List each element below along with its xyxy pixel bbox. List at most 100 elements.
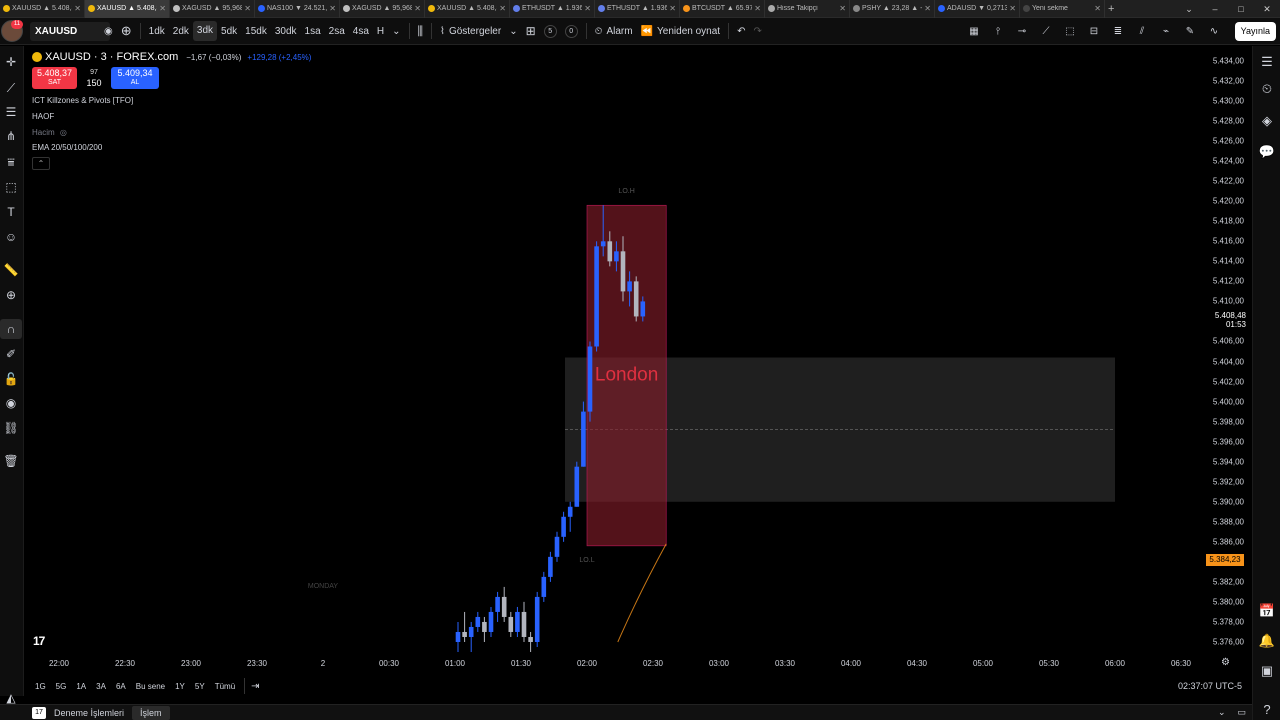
minimize-icon[interactable]: –: [1202, 4, 1228, 14]
interval-0[interactable]: 1dk: [145, 26, 169, 37]
curve-icon[interactable]: ∿: [1202, 18, 1226, 45]
long-position-icon[interactable]: ⊟: [1082, 18, 1106, 45]
maximize-panel-icon[interactable]: ▭: [1237, 707, 1246, 718]
close-tab-icon[interactable]: ✕: [924, 4, 931, 13]
browser-tab[interactable]: XAUUSD ▲ 5.408,37✕: [425, 0, 510, 18]
text-tool-icon[interactable]: T: [0, 202, 22, 222]
help-icon[interactable]: ?: [1253, 698, 1280, 720]
alarm-button[interactable]: ⏲ Alarm: [591, 18, 637, 45]
browser-tab[interactable]: ADAUSD ▼ 0,27136 ✕: [935, 0, 1020, 18]
close-tab-icon[interactable]: ✕: [414, 4, 421, 13]
panel-toggle-icon[interactable]: 17: [32, 706, 46, 719]
range-6[interactable]: 1Y: [170, 682, 190, 691]
trash-icon[interactable]: 🗑: [0, 451, 22, 471]
layout-count-a[interactable]: 5: [540, 18, 561, 45]
layouts-icon[interactable]: ⊞: [522, 18, 540, 45]
horizontal-ray-icon[interactable]: ⊸: [1010, 18, 1034, 45]
lock-icon[interactable]: 🔓: [0, 369, 22, 389]
fib-tool-icon[interactable]: ⩸: [0, 152, 22, 172]
range-8[interactable]: Tümü: [210, 682, 240, 691]
parallel-channel-icon[interactable]: ⫽: [1130, 18, 1154, 45]
close-tab-icon[interactable]: ✕: [74, 4, 81, 13]
interval-4[interactable]: 15dk: [241, 26, 271, 37]
fib-retracement-icon[interactable]: ≣: [1106, 18, 1130, 45]
redo-icon[interactable]: ↷: [749, 18, 765, 45]
browser-tab[interactable]: BTCUSDT ▲ 65.978 ✕: [680, 0, 765, 18]
ruler-icon[interactable]: 📏: [0, 260, 22, 280]
legend-title[interactable]: XAUUSD · 3 · FOREX.com: [45, 51, 178, 63]
interval-9[interactable]: H: [373, 26, 388, 37]
vertical-line-icon[interactable]: ⫯: [986, 18, 1010, 45]
calendar-icon[interactable]: 📅: [1253, 600, 1280, 622]
interval-1[interactable]: 2dk: [169, 26, 193, 37]
buy-button[interactable]: 5.409,34 AL: [111, 67, 159, 89]
path-icon[interactable]: ⌁: [1154, 18, 1178, 45]
chart-type-icon[interactable]: ⫼: [414, 18, 428, 45]
collapse-legend-icon[interactable]: ⌃: [32, 157, 50, 170]
shapes-icon[interactable]: ⬚: [0, 177, 22, 197]
watchlist-icon[interactable]: ☰: [1253, 51, 1280, 73]
range-7[interactable]: 5Y: [190, 682, 210, 691]
goto-date-icon[interactable]: ⇥: [251, 681, 259, 692]
eye-icon[interactable]: ◉: [0, 393, 22, 413]
interval-2[interactable]: 3dk: [192, 21, 218, 41]
range-4[interactable]: 6A: [111, 682, 131, 691]
chevron-down-icon[interactable]: ⌄: [1218, 707, 1226, 718]
close-tab-icon[interactable]: ✕: [1009, 4, 1016, 13]
close-tab-icon[interactable]: ✕: [159, 4, 166, 13]
interval-6[interactable]: 1sa: [301, 26, 325, 37]
lock-drawing-icon[interactable]: ✐: [0, 344, 22, 364]
panel-tab-paper-trading[interactable]: Deneme İşlemleri: [46, 708, 132, 718]
replay-button[interactable]: ⏪ Yeniden oynat: [637, 18, 724, 45]
grid-tool-icon[interactable]: ▦: [962, 18, 986, 45]
crosshair-icon[interactable]: ✛: [0, 52, 22, 72]
range-2[interactable]: 1A: [71, 682, 91, 691]
close-tab-icon[interactable]: ✕: [584, 4, 591, 13]
indicator-ict-killzones[interactable]: ICT Killzones & Pivots [TFO]: [32, 96, 133, 105]
range-3[interactable]: 3A: [91, 682, 111, 691]
emoji-icon[interactable]: ☺: [0, 227, 22, 247]
browser-tab[interactable]: XAGUSD ▲ 95,968 ✕: [170, 0, 255, 18]
symbol-search[interactable]: XAUUSD: [30, 21, 110, 41]
browser-tab[interactable]: Yeni sekme ✕: [1020, 0, 1105, 18]
sell-button[interactable]: 5.408,37 SAT: [32, 67, 77, 89]
link-icon[interactable]: ⛓: [0, 418, 22, 438]
notifications-bell-icon[interactable]: 🔔: [1253, 630, 1280, 652]
layout-count-b[interactable]: 0: [561, 18, 582, 45]
browser-tab[interactable]: Hisse Takipçi ✕: [765, 0, 850, 18]
range-0[interactable]: 1G: [30, 682, 51, 691]
rectangle-icon[interactable]: ⬚: [1058, 18, 1082, 45]
price-chart[interactable]: London LO.H LO.L MONDAY: [25, 46, 1200, 656]
range-1[interactable]: 5G: [51, 682, 72, 691]
close-window-icon[interactable]: ✕: [1254, 4, 1280, 15]
indicator-volume[interactable]: Hacim ◎: [32, 128, 67, 137]
magnet-icon[interactable]: ∩: [0, 319, 22, 339]
panel-tab-trade[interactable]: İşlem: [132, 705, 170, 720]
eye-hidden-icon[interactable]: ◎: [60, 128, 67, 137]
layers-icon[interactable]: ◈: [1253, 110, 1280, 132]
interval-3[interactable]: 5dk: [217, 26, 241, 37]
new-tab-button[interactable]: +: [1105, 0, 1125, 18]
indicators-button[interactable]: ⌇ Göstergeler ⌄: [436, 18, 522, 45]
close-tab-icon[interactable]: ✕: [669, 4, 676, 13]
dom-icon[interactable]: ▣: [1253, 660, 1280, 682]
time-axis[interactable]: ⚙ 22:00 22:30 23:00 23:30 2 00:30 01:00 01:30 02…: [25, 656, 1252, 672]
axis-settings-icon[interactable]: ⚙: [1221, 657, 1230, 668]
compare-symbol-icon[interactable]: ⊕: [117, 18, 136, 45]
close-tab-icon[interactable]: ✕: [499, 4, 506, 13]
horizontal-lines-icon[interactable]: ☰: [0, 102, 22, 122]
maximize-icon[interactable]: □: [1228, 4, 1254, 14]
close-tab-icon[interactable]: ✕: [244, 4, 251, 13]
publish-button[interactable]: Yayınla: [1234, 22, 1276, 41]
symbol-menu-icon[interactable]: ◉: [100, 18, 117, 45]
browser-tab[interactable]: XAGUSD ▲ 95,968 ✕: [340, 0, 425, 18]
close-tab-icon[interactable]: ✕: [1094, 4, 1101, 13]
close-tab-icon[interactable]: ✕: [754, 4, 761, 13]
interval-5[interactable]: 30dk: [271, 26, 301, 37]
interval-7[interactable]: 2sa: [325, 26, 349, 37]
zoom-in-icon[interactable]: ⊕: [0, 285, 22, 305]
interval-8[interactable]: 4sa: [349, 26, 373, 37]
browser-tab[interactable]: XAUUSD ▲ 5.408,37✕: [85, 0, 170, 18]
browser-tab[interactable]: PSHY ▲ 23,28 ▲ -2,39✕: [850, 0, 935, 18]
undo-icon[interactable]: ↶: [733, 18, 749, 45]
